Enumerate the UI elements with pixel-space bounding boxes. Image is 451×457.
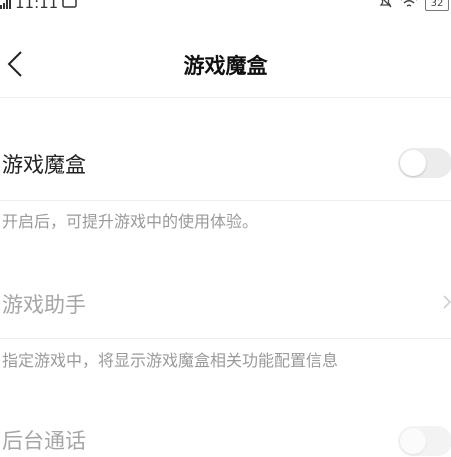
status-bar: 11:11 32 (0, 0, 451, 14)
setting-row-game-assistant[interactable]: 游戏助手 (0, 264, 451, 338)
page-title: 游戏魔盒 (183, 54, 268, 78)
bell-off-icon (378, 0, 393, 13)
game-box-description: 开启后，可提升游戏中的使用体验。 (2, 212, 259, 231)
toggle-knob (400, 428, 426, 454)
game-assistant-description: 指定游戏中，将显示游戏魔盒相关功能配置信息 (2, 351, 339, 370)
status-time: 11:11 (15, 0, 59, 12)
setting-row-background-call[interactable]: 后台通话 (0, 404, 451, 457)
wifi-icon (400, 0, 418, 13)
chevron-right-icon (442, 292, 451, 316)
divider (0, 200, 451, 201)
screen: 11:11 32 游戏魔盒 游戏魔盒 开启后，可提升游戏中的使用体验。 游戏助手… (0, 0, 451, 457)
header: 游戏魔盒 (0, 30, 451, 98)
background-call-label: 后台通话 (2, 429, 86, 453)
status-right: 32 (378, 0, 449, 13)
setting-row-game-box[interactable]: 游戏魔盒 (0, 126, 451, 200)
signal-icon (0, 0, 11, 9)
divider (0, 338, 451, 339)
phone-icon (62, 0, 77, 12)
game-box-label: 游戏魔盒 (2, 153, 86, 177)
toggle-knob (400, 150, 426, 176)
background-call-toggle[interactable] (398, 426, 451, 456)
battery-icon: 32 (425, 0, 449, 11)
status-left: 11:11 (0, 0, 77, 12)
game-assistant-label: 游戏助手 (2, 293, 86, 317)
game-box-toggle[interactable] (398, 148, 451, 178)
